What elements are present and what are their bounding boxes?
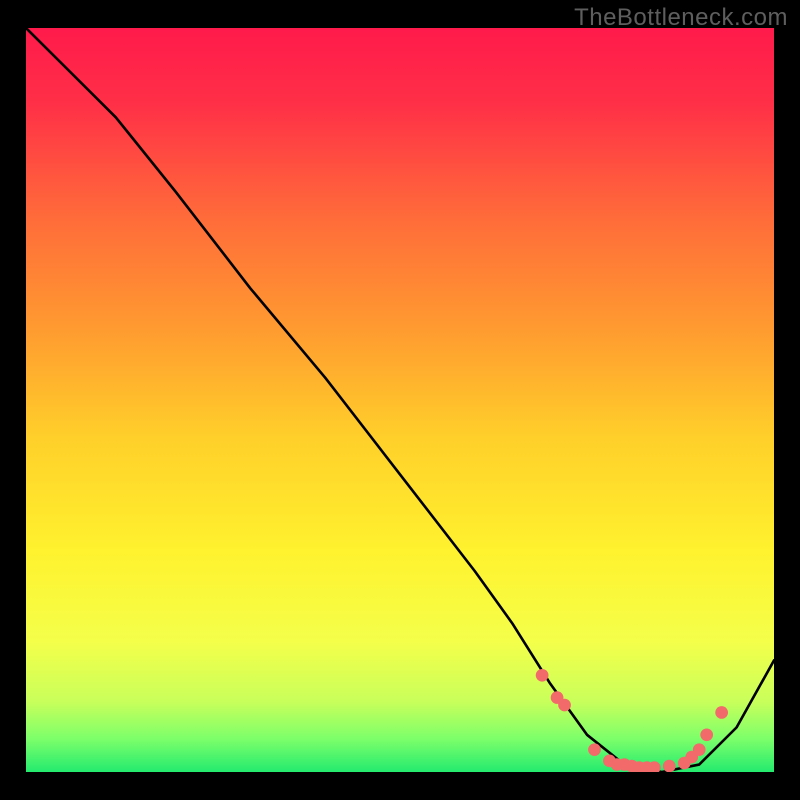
chart-frame: TheBottleneck.com xyxy=(0,0,800,800)
data-markers xyxy=(536,669,728,772)
curve-layer xyxy=(26,28,774,772)
watermark-text: TheBottleneck.com xyxy=(574,4,788,32)
data-marker xyxy=(700,728,713,741)
data-marker xyxy=(663,760,676,772)
data-marker xyxy=(588,743,601,756)
data-marker xyxy=(536,669,549,682)
bottleneck-curve xyxy=(26,28,774,772)
plot-area xyxy=(26,28,774,772)
data-marker xyxy=(558,699,571,712)
data-marker xyxy=(693,743,706,756)
data-marker xyxy=(715,706,728,719)
